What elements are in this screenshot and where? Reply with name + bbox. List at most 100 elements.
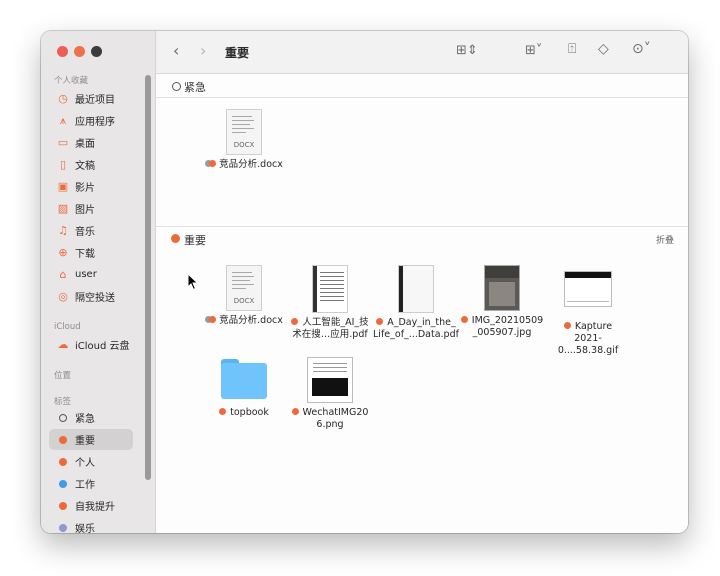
gif-thumbnail (564, 271, 612, 307)
sidebar-item-applications[interactable]: ⩚ 应用程序 (49, 110, 133, 131)
sidebar-item-label: 最近项目 (75, 95, 115, 106)
sidebar: 个人收藏 ◷ 最近项目 ⩚ 应用程序 ▭ 桌面 ▯ 文稿 ▣ 影片 ▨ 图片 ♫… (41, 31, 156, 533)
file-item[interactable]: topbook (201, 359, 287, 419)
sidebar-item-recents[interactable]: ◷ 最近项目 (49, 88, 133, 109)
sidebar-item-label: 下载 (75, 249, 95, 260)
sidebar-tag-work[interactable]: 工作 (49, 473, 133, 494)
group-header-urgent[interactable]: 紧急 (156, 77, 688, 97)
sidebar-item-label: 娱乐 (75, 524, 95, 533)
group-title: 紧急 (184, 81, 206, 94)
pdf-thumbnail (398, 265, 434, 313)
tag-orange-icon (59, 501, 67, 510)
pdf-thumbnail (312, 265, 348, 313)
sidebar-item-pictures[interactable]: ▨ 图片 (49, 198, 133, 219)
finder-window: 个人收藏 ◷ 最近项目 ⩚ 应用程序 ▭ 桌面 ▯ 文稿 ▣ 影片 ▨ 图片 ♫… (41, 31, 688, 533)
sidebar-tag-self-improvement[interactable]: 自我提升 (49, 495, 133, 516)
image-thumbnail (484, 265, 520, 311)
file-name: A_Day_in_the_ Life_of_...Data.pdf (373, 317, 459, 340)
sidebar-section-tags: 标签 (54, 397, 72, 407)
window-controls (57, 46, 102, 57)
chevron-left-icon[interactable]: ‹ (173, 41, 179, 60)
file-area: 紧急 DOCX 竞品分析.docx 重要 折叠 DOCX 竞品分析.docx 人… (156, 74, 688, 533)
mouse-cursor-icon (187, 273, 199, 291)
file-item[interactable]: WechatIMG20 6.png (287, 357, 373, 431)
file-type-label: DOCX (233, 141, 255, 149)
ellipsis-circle-icon[interactable]: ⊙˅ (632, 41, 651, 57)
collapse-button[interactable]: 折叠 (656, 233, 674, 246)
tag-icon[interactable]: ◇ (598, 41, 609, 57)
file-item[interactable]: 人工智能_AI_技 术在搜…应用.pdf (287, 265, 373, 341)
docx-icon: DOCX (226, 265, 262, 311)
sidebar-item-label: 隔空投送 (75, 293, 115, 304)
divider (156, 226, 688, 227)
window-title: 重要 (225, 46, 250, 60)
close-button[interactable] (57, 46, 68, 57)
file-name: 竞品分析.docx (201, 315, 287, 327)
icon-grid-icon[interactable]: ⊞⇕ (456, 43, 478, 58)
tag-orange-icon (59, 435, 67, 444)
group-title: 重要 (184, 234, 206, 247)
tag-purple-icon (59, 523, 67, 532)
share-icon[interactable]: ⍐ (568, 41, 576, 57)
folder-icon (221, 359, 267, 399)
docx-icon: DOCX (226, 109, 262, 155)
film-icon: ▣ (57, 180, 69, 193)
sidebar-item-label: 影片 (75, 183, 95, 194)
file-name: Kapture 2021-0....58.38.gif (557, 321, 619, 356)
sidebar-tag-personal[interactable]: 个人 (49, 451, 133, 472)
toolbar: ‹ › 重要 ⊞⇕ ⊞˅ ⍐ ◇ ⊙˅ ⌕ (156, 31, 688, 74)
sidebar-item-label: user (75, 269, 97, 280)
tag-empty-icon (172, 82, 181, 91)
sidebar-item-airdrop[interactable]: ◎ 隔空投送 (49, 286, 133, 307)
download-icon: ⊕ (58, 246, 68, 259)
sidebar-item-label: 音乐 (75, 227, 95, 238)
file-name: WechatIMG20 6.png (287, 407, 373, 431)
file-item[interactable]: A_Day_in_the_ Life_of_...Data.pdf (373, 265, 459, 341)
sidebar-item-label: 紧急 (75, 414, 95, 425)
sidebar-scrollbar[interactable] (145, 75, 151, 480)
sidebar-tag-entertainment[interactable]: 娱乐 (49, 517, 133, 533)
sidebar-item-label: 桌面 (75, 139, 95, 150)
sidebar-section-icloud: iCloud (54, 322, 81, 332)
file-item[interactable]: DOCX 竞品分析.docx (201, 109, 287, 171)
divider (156, 97, 688, 98)
document-icon: ▯ (59, 158, 67, 171)
file-item[interactable]: DOCX 竞品分析.docx (201, 265, 287, 327)
applications-icon: ⩚ (59, 113, 67, 127)
minimize-button[interactable] (74, 46, 85, 57)
photo-icon: ▨ (57, 202, 69, 215)
sidebar-item-label: 应用程序 (75, 117, 115, 128)
file-item[interactable]: IMG_20210509 _005907.jpg (459, 265, 545, 339)
file-type-label: DOCX (233, 297, 255, 305)
sidebar-item-label: iCloud 云盘 (75, 341, 130, 352)
group-by-icon[interactable]: ⊞˅ (525, 43, 542, 58)
file-name: 竞品分析.docx (201, 159, 287, 171)
sidebar-item-label: 自我提升 (75, 502, 115, 513)
sidebar-item-label: 重要 (75, 436, 95, 447)
tag-orange-icon (171, 234, 180, 243)
sidebar-item-label: 个人 (75, 458, 95, 469)
zoom-button[interactable] (91, 46, 102, 57)
music-icon: ♫ (58, 224, 68, 237)
image-thumbnail (307, 357, 353, 403)
sidebar-item-music[interactable]: ♫ 音乐 (49, 220, 133, 241)
sidebar-item-downloads[interactable]: ⊕ 下载 (49, 242, 133, 263)
airdrop-icon: ◎ (58, 290, 68, 303)
file-name: IMG_20210509 _005907.jpg (459, 315, 545, 339)
sidebar-item-home[interactable]: ⌂ user (49, 264, 133, 285)
sidebar-tag-important[interactable]: 重要 (49, 429, 133, 450)
file-item[interactable]: Kapture 2021-0....58.38.gif (545, 271, 631, 357)
sidebar-item-desktop[interactable]: ▭ 桌面 (49, 132, 133, 153)
group-header-important[interactable]: 重要 折叠 (156, 230, 688, 250)
file-name: 人工智能_AI_技 术在搜…应用.pdf (291, 317, 369, 340)
tag-blue-icon (59, 479, 67, 488)
sidebar-item-icloud-drive[interactable]: ☁ iCloud 云盘 (49, 334, 133, 355)
sidebar-item-label: 文稿 (75, 161, 95, 172)
sidebar-section-locations: 位置 (54, 371, 72, 381)
sidebar-item-movies[interactable]: ▣ 影片 (49, 176, 133, 197)
chevron-right-icon[interactable]: › (200, 41, 206, 60)
sidebar-section-favorites: 个人收藏 (54, 76, 89, 86)
sidebar-item-documents[interactable]: ▯ 文稿 (49, 154, 133, 175)
sidebar-item-label: 工作 (75, 480, 95, 491)
sidebar-tag-urgent[interactable]: 紧急 (49, 407, 133, 428)
